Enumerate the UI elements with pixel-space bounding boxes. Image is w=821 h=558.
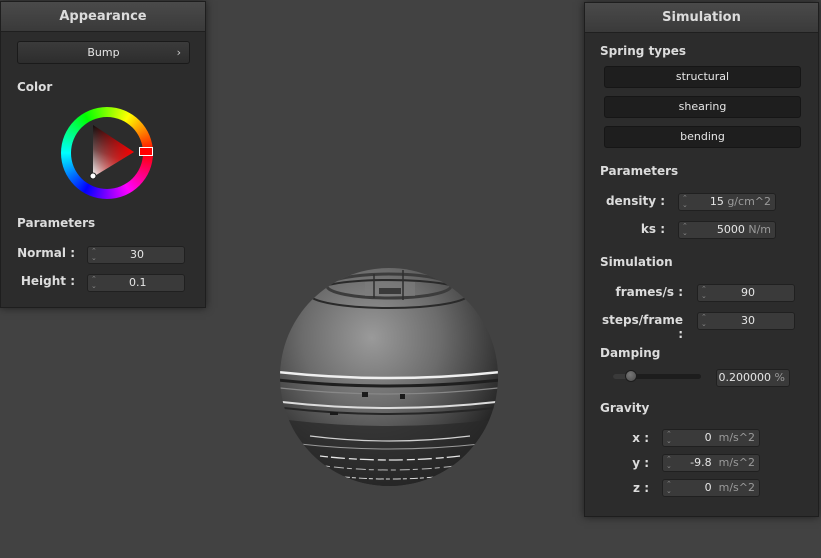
height-value: 0.1: [129, 276, 147, 289]
gravity-y-label: y :: [632, 456, 649, 470]
height-label: Height :: [20, 274, 75, 288]
up-down-spinner-icon[interactable]: ⌃ ⌄: [666, 456, 672, 470]
height-input[interactable]: ⌃ ⌄ 0.1: [87, 274, 185, 292]
gravity-x-value: 0 m/s^2: [704, 431, 755, 444]
sphere-render: [280, 268, 498, 486]
normal-value: 30: [130, 248, 144, 261]
density-value: 15 g/cm^2: [709, 195, 771, 208]
simulation-parameters-label: Parameters: [600, 164, 679, 178]
density-input[interactable]: ⌃ ⌄ 15 g/cm^2: [678, 193, 776, 211]
gravity-x-unit: m/s^2: [718, 431, 755, 444]
shearing-button[interactable]: shearing: [604, 96, 801, 118]
simulation-panel-title[interactable]: Simulation: [585, 3, 818, 33]
gravity-label: Gravity: [600, 401, 650, 415]
up-down-spinner-icon[interactable]: ⌃ ⌄: [682, 223, 688, 237]
spring-types-label: Spring types: [600, 44, 687, 58]
damping-slider-handle[interactable]: [625, 370, 637, 382]
up-down-spinner-icon[interactable]: ⌃ ⌄: [701, 314, 707, 328]
simulation-panel: Simulation Spring types structural shear…: [584, 2, 819, 517]
ks-unit: N/m: [748, 223, 771, 236]
gravity-x-label: x :: [632, 431, 649, 445]
up-down-spinner-icon[interactable]: ⌃ ⌄: [666, 431, 672, 445]
gravity-y-value: -9.8 m/s^2: [690, 456, 755, 469]
gravity-z-label: z :: [633, 481, 649, 495]
color-label: Color: [17, 80, 53, 94]
frames-per-second-label: frames/s :: [615, 285, 683, 299]
up-down-spinner-icon[interactable]: ⌃ ⌄: [91, 248, 97, 262]
ks-value: 5000 N/m: [716, 223, 771, 236]
normal-input[interactable]: ⌃ ⌄ 30: [87, 246, 185, 264]
appearance-panel-title[interactable]: Appearance: [1, 2, 205, 32]
normal-label: Normal :: [17, 246, 75, 260]
ks-label: ks :: [640, 222, 665, 236]
ks-input[interactable]: ⌃ ⌄ 5000 N/m: [678, 221, 776, 239]
up-down-spinner-icon[interactable]: ⌃ ⌄: [701, 286, 707, 300]
damping-input[interactable]: 0.200000 %: [716, 369, 790, 387]
gravity-y-unit: m/s^2: [718, 456, 755, 469]
density-label: density :: [605, 194, 665, 208]
shader-dropdown[interactable]: Bump ›: [17, 41, 190, 64]
gravity-z-unit: m/s^2: [718, 481, 755, 494]
steps-per-frame-label: steps/frame :: [601, 313, 683, 341]
triangle-picker-handle: [89, 172, 97, 180]
up-down-spinner-icon[interactable]: ⌃ ⌄: [91, 276, 97, 290]
bending-button[interactable]: bending: [604, 126, 801, 148]
gravity-z-input[interactable]: ⌃ ⌄ 0 m/s^2: [662, 479, 760, 497]
up-down-spinner-icon[interactable]: ⌃ ⌄: [666, 481, 672, 495]
damping-label: Damping: [600, 346, 661, 360]
simulation-section-label: Simulation: [600, 255, 673, 269]
frames-per-second-value: 90: [741, 286, 755, 299]
steps-per-frame-input[interactable]: ⌃ ⌄ 30: [697, 312, 795, 330]
steps-per-frame-value: 30: [741, 314, 755, 327]
up-down-spinner-icon[interactable]: ⌃ ⌄: [682, 195, 688, 209]
density-unit: g/cm^2: [727, 195, 771, 208]
hue-picker-handle[interactable]: [139, 147, 153, 156]
gravity-x-input[interactable]: ⌃ ⌄ 0 m/s^2: [662, 429, 760, 447]
damping-slider[interactable]: [613, 370, 701, 382]
frames-per-second-input[interactable]: ⌃ ⌄ 90: [697, 284, 795, 302]
shader-dropdown-label: Bump: [87, 46, 120, 59]
chevron-right-icon: ›: [176, 46, 181, 59]
damping-unit: %: [774, 371, 785, 384]
gravity-z-value: 0 m/s^2: [704, 481, 755, 494]
gravity-y-input[interactable]: ⌃ ⌄ -9.8 m/s^2: [662, 454, 760, 472]
structural-button[interactable]: structural: [604, 66, 801, 88]
damping-value: 0.200000 %: [718, 371, 785, 384]
appearance-panel: Appearance Bump › Color Parameters Norma…: [0, 1, 206, 308]
appearance-parameters-label: Parameters: [17, 216, 96, 230]
